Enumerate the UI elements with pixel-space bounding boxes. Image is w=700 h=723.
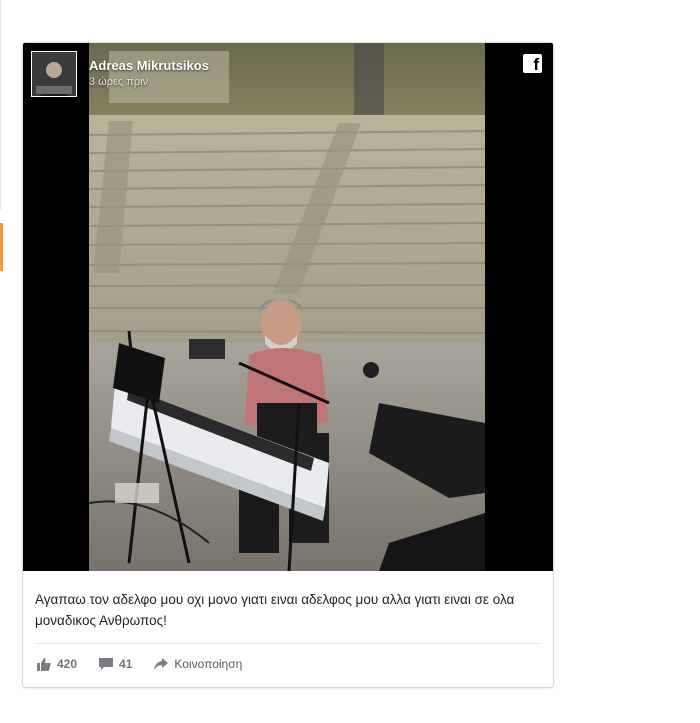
page-edge-rule	[0, 0, 1, 210]
actions-divider	[35, 643, 540, 644]
comment-button[interactable]: 41	[99, 657, 132, 671]
thumbs-up-icon	[37, 657, 51, 671]
author-name[interactable]: Adreas Mikrutsikos	[89, 58, 209, 73]
post-caption: Αγαπαω τον αδελφο μου οχι μονο γιατι ειν…	[35, 592, 515, 628]
side-accent-bar	[0, 223, 3, 271]
share-button[interactable]: Κοινοποίηση	[154, 657, 242, 671]
speech-bubble-icon	[99, 657, 114, 671]
like-button[interactable]: 420	[37, 657, 77, 671]
post-header: Adreas Mikrutsikos 3 ώρες πριν f	[23, 43, 553, 103]
share-label: Κοινοποίηση	[174, 657, 243, 671]
post-actions: 420 41 Κοινοποίηση	[37, 654, 264, 674]
comment-count: 41	[119, 657, 133, 671]
facebook-post-card: Adreas Mikrutsikos 3 ώρες πριν f Αγαπαω …	[22, 42, 554, 688]
like-count: 420	[57, 657, 78, 671]
post-timestamp[interactable]: 3 ώρες πριν	[89, 76, 148, 88]
post-photo[interactable]: Adreas Mikrutsikos 3 ώρες πριν f	[23, 43, 553, 571]
share-arrow-icon	[154, 658, 169, 670]
facebook-icon[interactable]: f	[523, 54, 542, 73]
author-avatar[interactable]	[31, 51, 77, 97]
pianist-on-stage-photo	[89, 43, 485, 571]
